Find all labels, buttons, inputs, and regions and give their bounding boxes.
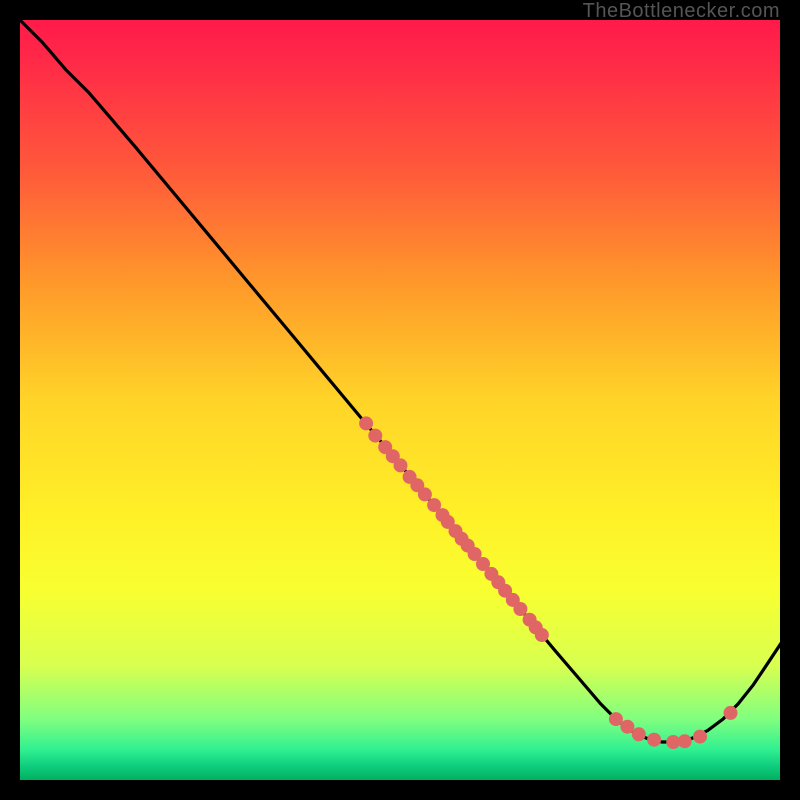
scatter-points (359, 416, 737, 749)
chart-plot-area (18, 18, 782, 782)
data-point (418, 487, 432, 501)
data-point (359, 416, 373, 430)
data-point (678, 734, 692, 748)
data-point (632, 727, 646, 741)
data-point (368, 429, 382, 443)
data-point (724, 706, 738, 720)
data-point (535, 628, 549, 642)
data-point (394, 458, 408, 472)
data-point (609, 712, 623, 726)
bottleneck-curve (20, 20, 784, 742)
data-point (620, 720, 634, 734)
data-point (647, 733, 661, 747)
data-point (513, 602, 527, 616)
data-point (693, 730, 707, 744)
chart-svg (20, 20, 784, 784)
